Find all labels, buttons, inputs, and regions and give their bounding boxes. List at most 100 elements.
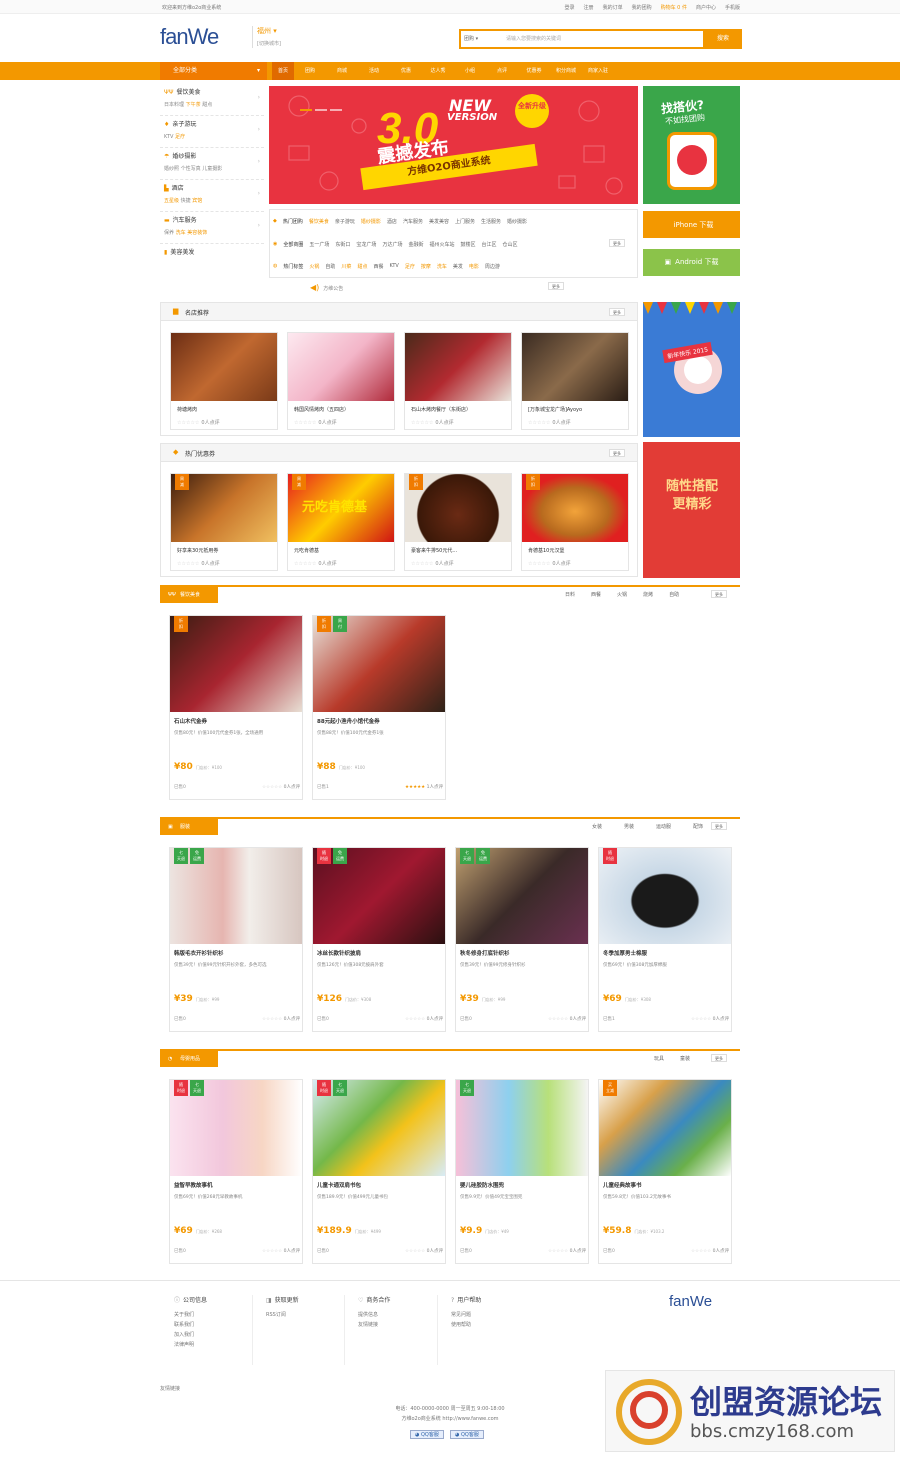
sidebar-item-wedding[interactable]: ☂ 婚纱摄影 婚纱照 个性写真 儿童摄影 › (160, 148, 264, 180)
logo[interactable]: fanWe (160, 24, 219, 50)
hero-banner[interactable]: 3.0 NEW VERSION 震撼发布 全新升级 方维O2O商业系统 (269, 86, 638, 204)
deal-tag: 七天退 (333, 1080, 347, 1096)
nav-events[interactable]: 活动 (358, 62, 390, 80)
nav-coupons[interactable]: 优惠券 (518, 62, 550, 80)
location-icon: ◉ (273, 241, 278, 247)
footer-col-updates: ◨ 获取更新 RSS订阅 (266, 1297, 299, 1318)
shop-image (522, 333, 628, 401)
city-selector[interactable]: 福州 ▾ [切换城市] (257, 26, 281, 47)
coupon-card[interactable]: 折扣豪客来牛排50元代... ☆☆☆☆☆ 0人点评 (404, 473, 512, 571)
banner-dot[interactable] (330, 109, 342, 111)
deal-card[interactable]: 七天退免运费 秋冬修身打底针织衫 仅售39元！价值99元修身针织衫 ¥39 门店价：… (455, 847, 589, 1032)
featured-shops-panel: ▆ 名店推荐 更多 荷塘烤肉 ☆☆☆☆☆ 0人点评 韩国风情烤肉（五四店） ☆☆☆☆☆ 0… (160, 302, 638, 436)
friend-links[interactable]: 友情链接 (160, 1385, 180, 1392)
nav-items: 首页 团购 商城 活动 优惠 达人秀 小组 点评 优惠券 积分商城 商家入驻 (272, 62, 614, 80)
nav-groupbuy[interactable]: 团购 (294, 62, 326, 80)
shop-card[interactable]: 韩国风情烤肉（五四店） ☆☆☆☆☆ 0人点评 (287, 332, 395, 430)
nav-groups[interactable]: 小组 (454, 62, 486, 80)
divider (437, 1295, 438, 1365)
nav-daren[interactable]: 达人秀 (422, 62, 454, 80)
nav-deals[interactable]: 优惠 (390, 62, 422, 80)
coupon-card[interactable]: 折扣肯德基10元汉堡 ☆☆☆☆☆ 0人点评 (521, 473, 629, 571)
divider (252, 1295, 253, 1365)
fork-icon: ΨΨ (164, 89, 174, 96)
iphone-download-button[interactable]: iPhone 下载 (643, 211, 740, 238)
sidebar-item-kids[interactable]: ♦ 亲子游玩 KTV 足疗 › (160, 116, 264, 148)
mobile-link[interactable]: 手机版 (725, 4, 740, 11)
search-input[interactable]: 请输入您要搜索的关键词 (506, 35, 561, 42)
deal-card[interactable]: 随时退免运费 冰丝长款针织披肩 仅售126元！价值308元披肩外套 ¥126 门店价… (312, 847, 446, 1032)
notice-bar[interactable]: ◀) 方维公告 (310, 283, 343, 292)
more-button[interactable]: 更多 (711, 1054, 727, 1062)
notice-more-button[interactable]: 更多 (548, 282, 564, 290)
my-orders-link[interactable]: 我的订单 (603, 4, 623, 11)
deal-card[interactable]: 七天退 婴儿硅胶防水围兜 仅售9.9元！价值49元宝宝围兜 ¥9.9 门店价：¥49… (455, 1079, 589, 1264)
nav-home[interactable]: 首页 (272, 62, 294, 80)
more-button[interactable]: 更多 (609, 449, 625, 457)
shop-image (288, 333, 394, 401)
deal-card[interactable]: 随时退 冬季加厚男士棉服 仅售69元！价值308元加厚棉服 ¥69 门店价：¥308… (598, 847, 732, 1032)
android-download-button[interactable]: ▣ Android 下载 (643, 249, 740, 276)
sidebar-item-car[interactable]: ▬ 汽车服务 保养 洗车 美容装饰 › (160, 212, 264, 244)
quick-filter-box: ◆ 热门团购 餐饮美食 亲子游玩 婚纱摄影 酒店 汽车服务 美发美容 上门服务 … (269, 209, 638, 278)
shop-card[interactable]: [万象城宝龙广场]Ayoyo ☆☆☆☆☆ 0人点评 (521, 332, 629, 430)
nav-mall[interactable]: 商城 (326, 62, 358, 80)
footer-logo[interactable]: fanWe (669, 1293, 712, 1310)
deal-card[interactable]: 折扣周付 88元起小渔舟小馆代金券 仅售88元！价值100元代金券1张 ¥88 门店… (312, 615, 446, 800)
shop-card[interactable]: 石山木烤肉餐厅（东街店） ☆☆☆☆☆ 0人点评 (404, 332, 512, 430)
more-button[interactable]: 更多 (711, 590, 727, 598)
search-category[interactable]: 团购 ▾ (464, 35, 478, 42)
deal-tag: 七天退 (190, 1080, 204, 1096)
merchant-link[interactable]: 商户中心 (696, 4, 716, 11)
rating-stars: ☆☆☆☆☆ 0人点评 (262, 785, 300, 790)
car-icon: ▬ (164, 217, 170, 224)
rating-stars: ☆☆☆☆☆ 0人点评 (528, 561, 571, 567)
sidebar-item-hotel[interactable]: ▙ 酒店 五星级 快捷 宾馆 › (160, 180, 264, 212)
sidebar-item-food[interactable]: ΨΨ 餐饮美食 日本料理 下午茶 甜点 › (160, 84, 264, 116)
christmas-ad[interactable]: 随性搭配 更精彩 (643, 442, 740, 578)
main-nav: 全部分类 ▾ 首页 团购 商城 活动 优惠 达人秀 小组 点评 优惠券 积分商城 … (0, 62, 900, 80)
nav-reviews[interactable]: 点评 (486, 62, 518, 80)
search-button[interactable]: 搜索 (704, 29, 742, 49)
deal-card[interactable]: 买立减 儿童经典故事书 仅售59.8元！价值103.2元故事书 ¥59.8 门店价：… (598, 1079, 732, 1264)
city-switch[interactable]: [切换城市] (257, 40, 281, 47)
all-categories-button[interactable]: 全部分类 ▾ (160, 62, 267, 80)
deal-card[interactable]: 七天退免运费 韩版毛衣开衫针织衫 仅售39元！价值99元针织开衫外套，多色可选 ¥… (169, 847, 303, 1032)
deal-card[interactable]: 随时退七天退 儿童卡通双肩书包 仅售189.9元！价值499元儿童书包 ¥189.… (312, 1079, 446, 1264)
nav-merchant-join[interactable]: 商家入驻 (582, 62, 614, 80)
nav-points[interactable]: 积分商城 (550, 62, 582, 80)
banner-dot[interactable] (315, 109, 327, 111)
banner-dot[interactable] (300, 109, 312, 111)
sidebar-item-beauty[interactable]: ▮ 美容美发 (160, 244, 264, 276)
coupon-tag: 周减 (175, 474, 189, 490)
deal-card[interactable]: 折扣 石山木代金券 仅售80元！价值100元代金券1张，全场通用 ¥80 门店价：¥… (169, 615, 303, 800)
deal-tag: 七天退 (460, 848, 474, 864)
more-button[interactable]: 更多 (711, 822, 727, 830)
qq-service-button[interactable]: ◕ QQ客服 (410, 1430, 444, 1439)
coupon-card[interactable]: 周减好享来30元抵用券 ☆☆☆☆☆ 0人点评 (170, 473, 278, 571)
register-link[interactable]: 注册 (584, 4, 594, 11)
deal-card[interactable]: 随时退七天退 益智早教故事机 仅售69元！价值268元早教故事机 ¥69 门店价：¥… (169, 1079, 303, 1264)
footer-col-business: ♡ 商务合作 提供信息 友情链接 (358, 1297, 391, 1328)
promo-card[interactable]: 找搭伙? 不如找团购 (643, 86, 740, 204)
deal-tag: 折扣 (174, 616, 188, 632)
rating-stars: ☆☆☆☆☆ 0人点评 (177, 420, 220, 426)
my-groupbuy-link[interactable]: 我的团购 (632, 4, 652, 11)
login-link[interactable]: 登录 (565, 4, 575, 11)
stroller-icon: ◔ (168, 1056, 173, 1062)
cart-link[interactable]: 购物车 0 件 (661, 4, 687, 11)
new-year-ad[interactable]: 新年快乐 2015 (643, 302, 740, 437)
coupon-card[interactable]: 元吃肯德基周减元吃肯德基 ☆☆☆☆☆ 0人点评 (287, 473, 395, 571)
rating-stars: ☆☆☆☆☆ 0人点评 (294, 561, 337, 567)
deal-tag: 买立减 (603, 1080, 617, 1096)
banner-badge: 全新升级 (515, 94, 549, 128)
qq-service-button[interactable]: ◕ QQ客服 (450, 1430, 484, 1439)
more-button[interactable]: 更多 (609, 239, 625, 247)
qq-icon: ◕ (455, 1432, 460, 1438)
panel-header: ▆ 名店推荐 (161, 303, 637, 321)
more-button[interactable]: 更多 (609, 308, 625, 316)
shop-card[interactable]: 荷塘烤肉 ☆☆☆☆☆ 0人点评 (170, 332, 278, 430)
ticket-icon: ♦ (164, 121, 170, 128)
deal-tag: 免运费 (476, 848, 490, 864)
hot-coupons-panel: ◆ 热门优惠券 更多 周减好享来30元抵用券 ☆☆☆☆☆ 0人点评 元吃肯德基周减元吃… (160, 443, 638, 577)
